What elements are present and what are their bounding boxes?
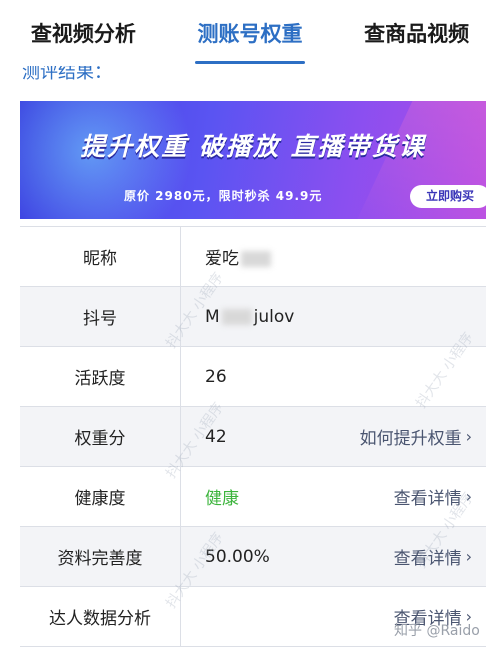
weight-score-value: 42 — [205, 426, 227, 447]
row-value: 50.00% 查看详情 › — [181, 527, 486, 586]
tab-account-weight[interactable]: 测账号权重 — [167, 0, 334, 66]
table-row: 昵称 爱吃 — [20, 227, 486, 287]
row-label: 昵称 — [20, 227, 181, 286]
row-value: 健康 查看详情 › — [181, 467, 486, 526]
row-label: 达人数据分析 — [20, 587, 181, 646]
table-row: 权重分 42 如何提升权重 › — [20, 407, 486, 467]
top-tabs: 查视频分析 测账号权重 查商品视频 — [0, 0, 500, 66]
result-table: 昵称 爱吃 抖号 Mjulov 活跃度 26 权重分 42 如何提升权重 › 健康… — [20, 226, 486, 647]
improve-weight-link[interactable]: 如何提升权重 › — [360, 424, 472, 449]
table-row: 健康度 健康 查看详情 › — [20, 467, 486, 527]
tab-label: 测账号权重 — [197, 22, 303, 46]
profile-completeness-value: 50.00% — [205, 546, 270, 567]
account-id-value-start: M — [205, 306, 220, 327]
row-label: 权重分 — [20, 407, 181, 466]
redaction-blur — [241, 251, 271, 267]
row-label: 抖号 — [20, 287, 181, 346]
view-details-link[interactable]: 查看详情 › — [394, 484, 472, 509]
tab-label: 查商品视频 — [364, 22, 470, 46]
nickname-value: 爱吃 — [205, 249, 239, 269]
chevron-right-icon: › — [465, 427, 472, 446]
chevron-right-icon: › — [465, 547, 472, 566]
link-label: 查看详情 — [393, 489, 462, 509]
tab-product-video[interactable]: 查商品视频 — [333, 0, 500, 66]
view-details-link[interactable]: 查看详情 › — [394, 544, 472, 569]
banner-headline: 提升权重 破播放 直播带货课 — [80, 132, 426, 161]
row-label: 活跃度 — [20, 347, 181, 406]
table-row: 活跃度 26 — [20, 347, 486, 407]
account-id-value-end: julov — [253, 306, 295, 327]
table-row: 抖号 Mjulov — [20, 287, 486, 347]
banner-subtitle: 原价 2980元，限时秒杀 49.9元 — [124, 189, 323, 203]
health-value: 健康 — [205, 489, 239, 509]
row-value: 42 如何提升权重 › — [181, 407, 486, 466]
link-label: 查看详情 — [393, 549, 462, 569]
row-label: 健康度 — [20, 467, 181, 526]
buy-now-button[interactable]: 立即购买 — [410, 185, 486, 208]
tab-video-analysis[interactable]: 查视频分析 — [0, 0, 167, 66]
zhihu-watermark: 知乎 @Raido — [394, 623, 480, 639]
link-label: 如何提升权重 — [359, 429, 462, 449]
promo-banner[interactable]: 提升权重 破播放 直播带货课 原价 2980元，限时秒杀 49.9元 立即购买 — [20, 101, 486, 219]
active-tab-underline — [195, 61, 305, 64]
row-value: 爱吃 — [181, 227, 486, 286]
row-label: 资料完善度 — [20, 527, 181, 586]
tab-label: 查视频分析 — [30, 22, 136, 46]
activity-value: 26 — [205, 366, 227, 387]
row-value: 26 — [181, 347, 486, 406]
redaction-blur — [221, 308, 252, 325]
chevron-right-icon: › — [465, 487, 472, 506]
row-value: Mjulov — [181, 287, 486, 346]
table-row: 资料完善度 50.00% 查看详情 › — [20, 527, 486, 587]
